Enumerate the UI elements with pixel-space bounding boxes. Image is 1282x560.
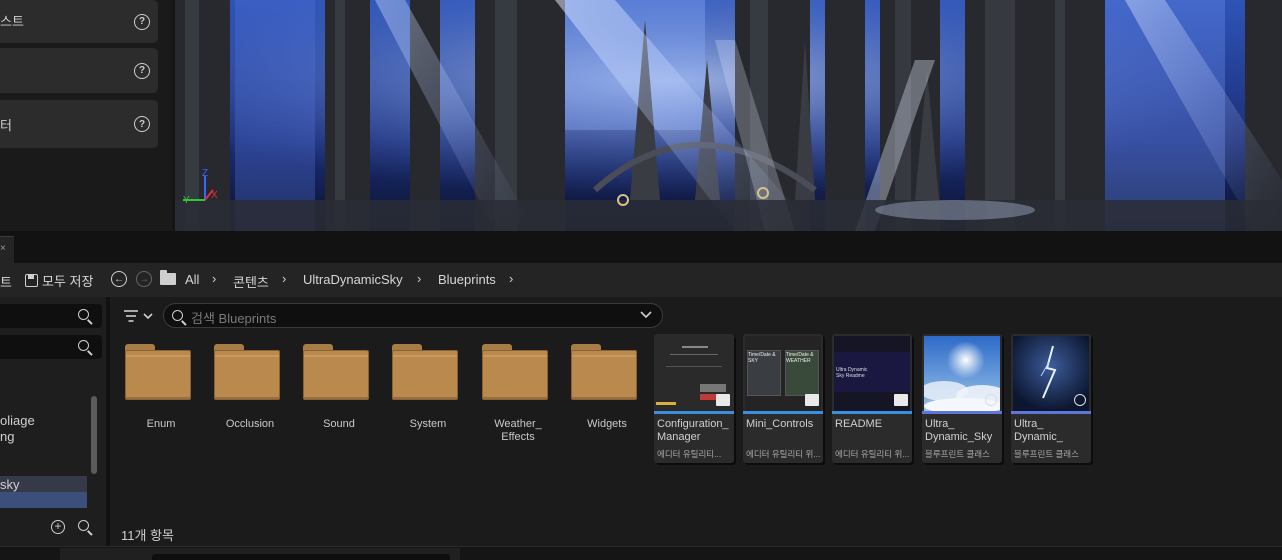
- asset-name: Ultra_ Dynamic_Sky: [925, 418, 993, 443]
- folder-name: Widgets: [587, 418, 627, 430]
- chevron-right-icon[interactable]: ›: [282, 271, 286, 286]
- forward-arrow-icon[interactable]: →: [136, 271, 152, 287]
- item-count: 11개 항목: [121, 528, 174, 543]
- asset-type-color-bar: [743, 411, 823, 414]
- folder-icon: [571, 350, 637, 400]
- thumb-label: Time/Date & WEATHER: [786, 352, 814, 364]
- toolbar-truncated-label[interactable]: 트: [0, 272, 12, 291]
- blueprint-badge-icon: [985, 394, 997, 406]
- save-all-label: 모두 저장: [42, 274, 94, 289]
- viewport-scene: [175, 0, 1282, 231]
- axis-y-label: Y: [183, 195, 190, 206]
- tree-item[interactable]: oliage: [0, 413, 35, 428]
- search-icon: [172, 310, 183, 321]
- asset-type-color-bar: [654, 411, 734, 414]
- asset-type: 블루프린트 클래스: [1014, 449, 1079, 459]
- folder-name: Enum: [146, 418, 176, 430]
- help-icon[interactable]: ?: [134, 62, 150, 79]
- folder-icon: [303, 350, 369, 400]
- asset-name: Ultra_ Dynamic_: [1014, 418, 1063, 443]
- asset-type: 블루프린트 클래스: [925, 449, 990, 459]
- asset-card-configuration-manager[interactable]: Configuration_ Manager 에디터 유틸리티...: [654, 334, 734, 463]
- asset-name: Configuration_ Manager: [657, 418, 729, 443]
- search-placeholder: 검색 Blueprints: [191, 311, 277, 326]
- tree-scrollbar[interactable]: [91, 396, 97, 474]
- folder-icon: [482, 350, 548, 400]
- tree-filter-input[interactable]: [0, 335, 102, 359]
- editor-utility-badge-icon: [805, 394, 819, 406]
- breadcrumb-content[interactable]: 콘텐츠: [233, 272, 269, 291]
- axis-z-label: Z: [202, 168, 209, 179]
- filter-icon[interactable]: [123, 308, 155, 324]
- asset-type-color-bar: [922, 411, 1002, 414]
- thumb-label: Time/Date & SKY: [748, 352, 776, 364]
- asset-type: 에디터 유틸리티 위...: [746, 449, 821, 459]
- panel-tab-strip: [0, 231, 1282, 263]
- asset-type-color-bar: [832, 411, 912, 414]
- panel-row[interactable]: 터 ?: [0, 100, 158, 148]
- asset-type: 에디터 유틸리티...: [657, 449, 722, 459]
- asset-card-mini-controls[interactable]: Time/Date & SKY Time/Date & WEATHER Mini…: [743, 334, 823, 463]
- tree-item[interactable]: sky: [0, 477, 20, 492]
- bottom-input[interactable]: [152, 554, 450, 560]
- asset-search-input[interactable]: 검색 Blueprints: [163, 303, 663, 328]
- content-browser-toolbar: 트 모두 저장 ← → All › 콘텐츠 › UltraDynamicSky …: [0, 263, 1282, 297]
- add-folder-icon[interactable]: +: [51, 520, 65, 534]
- chevron-down-icon[interactable]: [640, 307, 652, 323]
- asset-card-ultra-dynamic-sky[interactable]: Ultra_ Dynamic_Sky 블루프린트 클래스: [922, 334, 1002, 463]
- asset-card-ultra-dynamic-weather[interactable]: Ultra_ Dynamic_ 블루프린트 클래스: [1011, 334, 1091, 463]
- folder-icon[interactable]: [160, 270, 176, 285]
- asset-type: 에디터 유틸리티 위...: [835, 449, 910, 459]
- asset-name: README: [835, 418, 883, 430]
- details-panel: 스트 ? ? 터 ?: [0, 0, 172, 231]
- help-icon[interactable]: ?: [134, 116, 150, 132]
- panel-row-label: 스트: [0, 14, 24, 29]
- panel-row[interactable]: ?: [0, 48, 158, 93]
- folder-name: System: [409, 418, 447, 430]
- breadcrumb-all[interactable]: All: [185, 272, 199, 287]
- breadcrumb-blueprints[interactable]: Blueprints: [438, 272, 496, 287]
- chevron-right-icon[interactable]: ›: [509, 271, 513, 286]
- tab-close-icon[interactable]: ×: [0, 243, 6, 254]
- tree-footer: +: [0, 515, 106, 539]
- search-icon[interactable]: [78, 340, 89, 351]
- folder-name: Sound: [323, 418, 355, 430]
- folder-icon: [392, 350, 458, 400]
- axis-x-label: X: [211, 190, 218, 201]
- panel-row-label: 터: [0, 118, 12, 133]
- tree-item-highlighted[interactable]: [0, 492, 87, 508]
- blueprint-badge-icon: [1074, 394, 1086, 406]
- bottom-bar: [0, 546, 1282, 560]
- asset-type-color-bar: [1011, 411, 1091, 414]
- folder-name: Occlusion: [225, 418, 275, 430]
- chevron-right-icon[interactable]: ›: [212, 271, 216, 286]
- save-icon: [25, 274, 38, 287]
- tree-item[interactable]: ng: [0, 429, 14, 444]
- content-browser-window: 스트 ? ? 터 ? X Y Z × 트 모두 저장 ← → All › 콘텐츠…: [0, 0, 1282, 560]
- thumb-label: Ultra Dynamic Sky Readme: [836, 367, 868, 379]
- asset-name: Mini_Controls: [746, 418, 814, 430]
- folder-icon: [125, 350, 191, 400]
- folder-icon: [214, 350, 280, 400]
- breadcrumb-ultradynamicsky[interactable]: UltraDynamicSky: [303, 272, 403, 287]
- help-icon[interactable]: ?: [134, 13, 150, 30]
- chevron-right-icon[interactable]: ›: [417, 271, 421, 286]
- search-icon[interactable]: [78, 520, 89, 531]
- asset-card-readme[interactable]: Ultra Dynamic Sky Readme README 에디터 유틸리티…: [832, 334, 912, 463]
- save-all-button[interactable]: 모두 저장: [25, 271, 93, 290]
- tree-search-input[interactable]: [0, 304, 102, 328]
- panel-row[interactable]: 스트 ?: [0, 0, 158, 43]
- folder-name: Weather_ Effects: [494, 418, 542, 443]
- editor-utility-badge-icon: [894, 394, 908, 406]
- editor-utility-badge-icon: [716, 394, 730, 406]
- content-browser-tab[interactable]: ×: [0, 236, 14, 263]
- search-icon[interactable]: [78, 309, 89, 320]
- back-arrow-icon[interactable]: ←: [111, 271, 127, 287]
- level-viewport[interactable]: X Y Z: [175, 0, 1282, 231]
